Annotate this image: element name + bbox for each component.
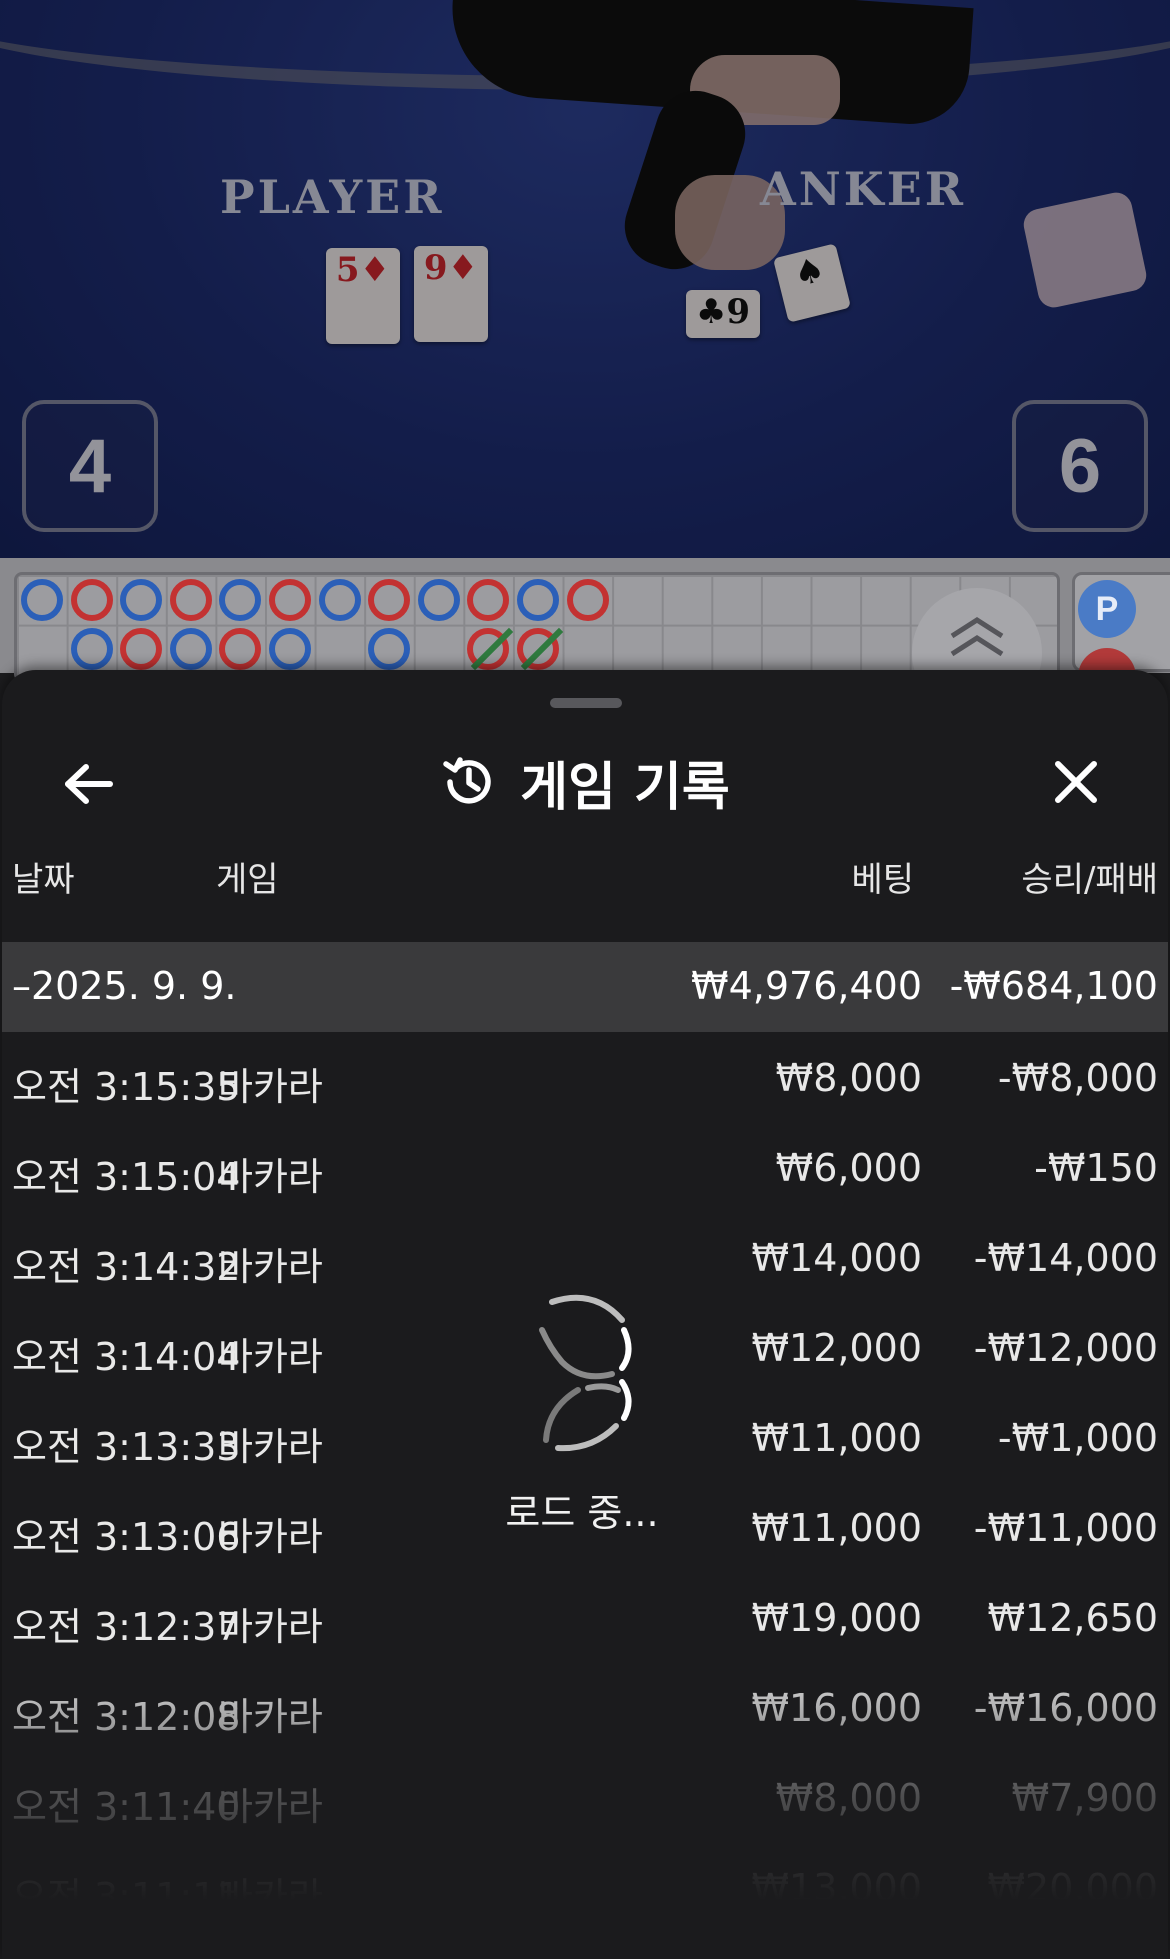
bead-marker — [269, 579, 311, 621]
row-game: 바카라 — [218, 1155, 323, 1199]
row-result: -₩16,000 — [973, 1686, 1158, 1730]
row-bet: ₩8,000 — [775, 1776, 922, 1820]
row-result: -₩150 — [1034, 1146, 1158, 1190]
row-time: 오전 3:13:33 — [12, 1425, 241, 1469]
double-chevron-up-icon — [950, 617, 1004, 657]
bead-marker — [169, 628, 212, 670]
bead-marker — [417, 579, 460, 621]
history-row[interactable]: 오전 3:15:35 바카라 ₩8,000 -₩8,000 — [2, 1032, 1168, 1122]
game-history-sheet: 게임 기록 날짜 게임 베팅 승리/패배 –2025. 9. 9. ₩4,976… — [2, 670, 1168, 1959]
row-time: 오전 3:14:32 — [12, 1245, 241, 1289]
row-game: 바카라 — [218, 1425, 323, 1469]
bead-marker — [368, 579, 411, 621]
history-row[interactable]: 오전 3:11:40 바카라 ₩8,000 ₩7,900 — [2, 1752, 1168, 1842]
row-game: 바카라 — [218, 1065, 323, 1109]
row-bet: ₩16,000 — [751, 1686, 922, 1730]
bead-marker — [467, 579, 510, 621]
row-bet: ₩8,000 — [775, 1056, 922, 1100]
sheet-header: 게임 기록 — [2, 742, 1168, 822]
row-result: -₩14,000 — [973, 1236, 1158, 1280]
row-game: 바카라 — [218, 1245, 323, 1289]
row-bet: ₩6,000 — [775, 1146, 922, 1190]
row-game: 바카라 — [218, 1515, 323, 1559]
row-result: -₩8,000 — [997, 1056, 1158, 1100]
video-dim-overlay — [0, 0, 1170, 558]
bead-marker — [169, 579, 212, 621]
row-bet: ₩14,000 — [751, 1236, 922, 1280]
day-date: –2025. 9. 9. — [12, 964, 237, 1008]
bead-marker — [318, 579, 361, 621]
side-player-marker: P — [1078, 580, 1136, 638]
loading-spinner-icon — [539, 1294, 632, 1452]
day-summary-row[interactable]: –2025. 9. 9. ₩4,976,400 -₩684,100 — [2, 942, 1168, 1032]
row-bet: ₩13,000 — [751, 1866, 922, 1910]
row-result: ₩7,900 — [1011, 1776, 1158, 1820]
bead-marker — [21, 579, 63, 621]
column-game: 게임 — [216, 860, 279, 900]
row-time: 오전 3:13:06 — [12, 1515, 241, 1559]
bead-marker — [368, 628, 411, 670]
history-icon — [443, 757, 491, 804]
column-bet: 베팅 — [851, 860, 914, 900]
bead-marker — [120, 628, 163, 670]
bead-marker — [70, 579, 113, 621]
row-time: 오전 3:12:08 — [12, 1695, 241, 1739]
row-result: -₩1,000 — [997, 1416, 1158, 1460]
history-row[interactable]: 오전 3:12:08 바카라 ₩16,000 -₩16,000 — [2, 1662, 1168, 1752]
row-time: 오전 3:12:37 — [12, 1605, 241, 1649]
loading-text: 로드 중... — [505, 1491, 659, 1535]
column-date: 날짜 — [12, 860, 75, 900]
bead-marker — [467, 628, 510, 670]
bead-marker — [120, 579, 163, 621]
bead-marker — [219, 628, 262, 670]
row-time: 오전 3:11:40 — [12, 1785, 241, 1829]
bead-marker — [566, 579, 609, 621]
row-result: -₩11,000 — [973, 1506, 1158, 1550]
day-total-bet: ₩4,976,400 — [691, 964, 922, 1008]
row-bet: ₩19,000 — [751, 1596, 922, 1640]
row-time: 오전 3:14:04 — [12, 1335, 241, 1379]
row-time: 오전 3:15:04 — [12, 1155, 241, 1199]
bead-marker — [219, 579, 262, 621]
history-row[interactable]: 오전 3:15:04 바카라 ₩6,000 -₩150 — [2, 1122, 1168, 1212]
column-result: 승리/패배 — [1021, 860, 1158, 900]
close-icon — [1055, 761, 1097, 803]
row-game: 바카라 — [218, 1695, 323, 1739]
column-headers: 날짜 게임 베팅 승리/패배 — [2, 852, 1168, 910]
row-result: ₩20,000 — [987, 1866, 1158, 1910]
live-video: PLAYER ANKER 5♦ 9♦ ♣9 ♠ 4 6 — [0, 0, 1170, 558]
row-time: 오전 3:15:35 — [12, 1065, 241, 1109]
bead-marker — [517, 579, 559, 621]
close-button[interactable] — [1042, 748, 1110, 816]
history-row[interactable]: 오전 3:14:32 바카라 ₩14,000 -₩14,000 — [2, 1212, 1168, 1302]
sheet-title: 게임 기록 — [520, 757, 730, 818]
loading-indicator: 로드 중... — [462, 1290, 702, 1590]
row-game: 바카라 — [218, 1335, 323, 1379]
row-game: 바카라 — [218, 1875, 323, 1919]
bead-marker — [269, 628, 311, 670]
row-result: ₩12,650 — [987, 1596, 1158, 1640]
sheet-grabber[interactable] — [550, 698, 622, 708]
row-time: 오전 3:11:11 — [12, 1875, 241, 1919]
bead-marker — [517, 628, 559, 670]
bead-road-grid — [14, 572, 1060, 682]
day-total-result: -₩684,100 — [949, 964, 1158, 1008]
row-game: 바카라 — [218, 1785, 323, 1829]
row-result: -₩12,000 — [973, 1326, 1158, 1370]
row-game: 바카라 — [218, 1605, 323, 1649]
history-row[interactable]: 오전 3:11:11 바카라 ₩13,000 ₩20,000 — [2, 1842, 1168, 1932]
bead-marker — [70, 628, 113, 670]
